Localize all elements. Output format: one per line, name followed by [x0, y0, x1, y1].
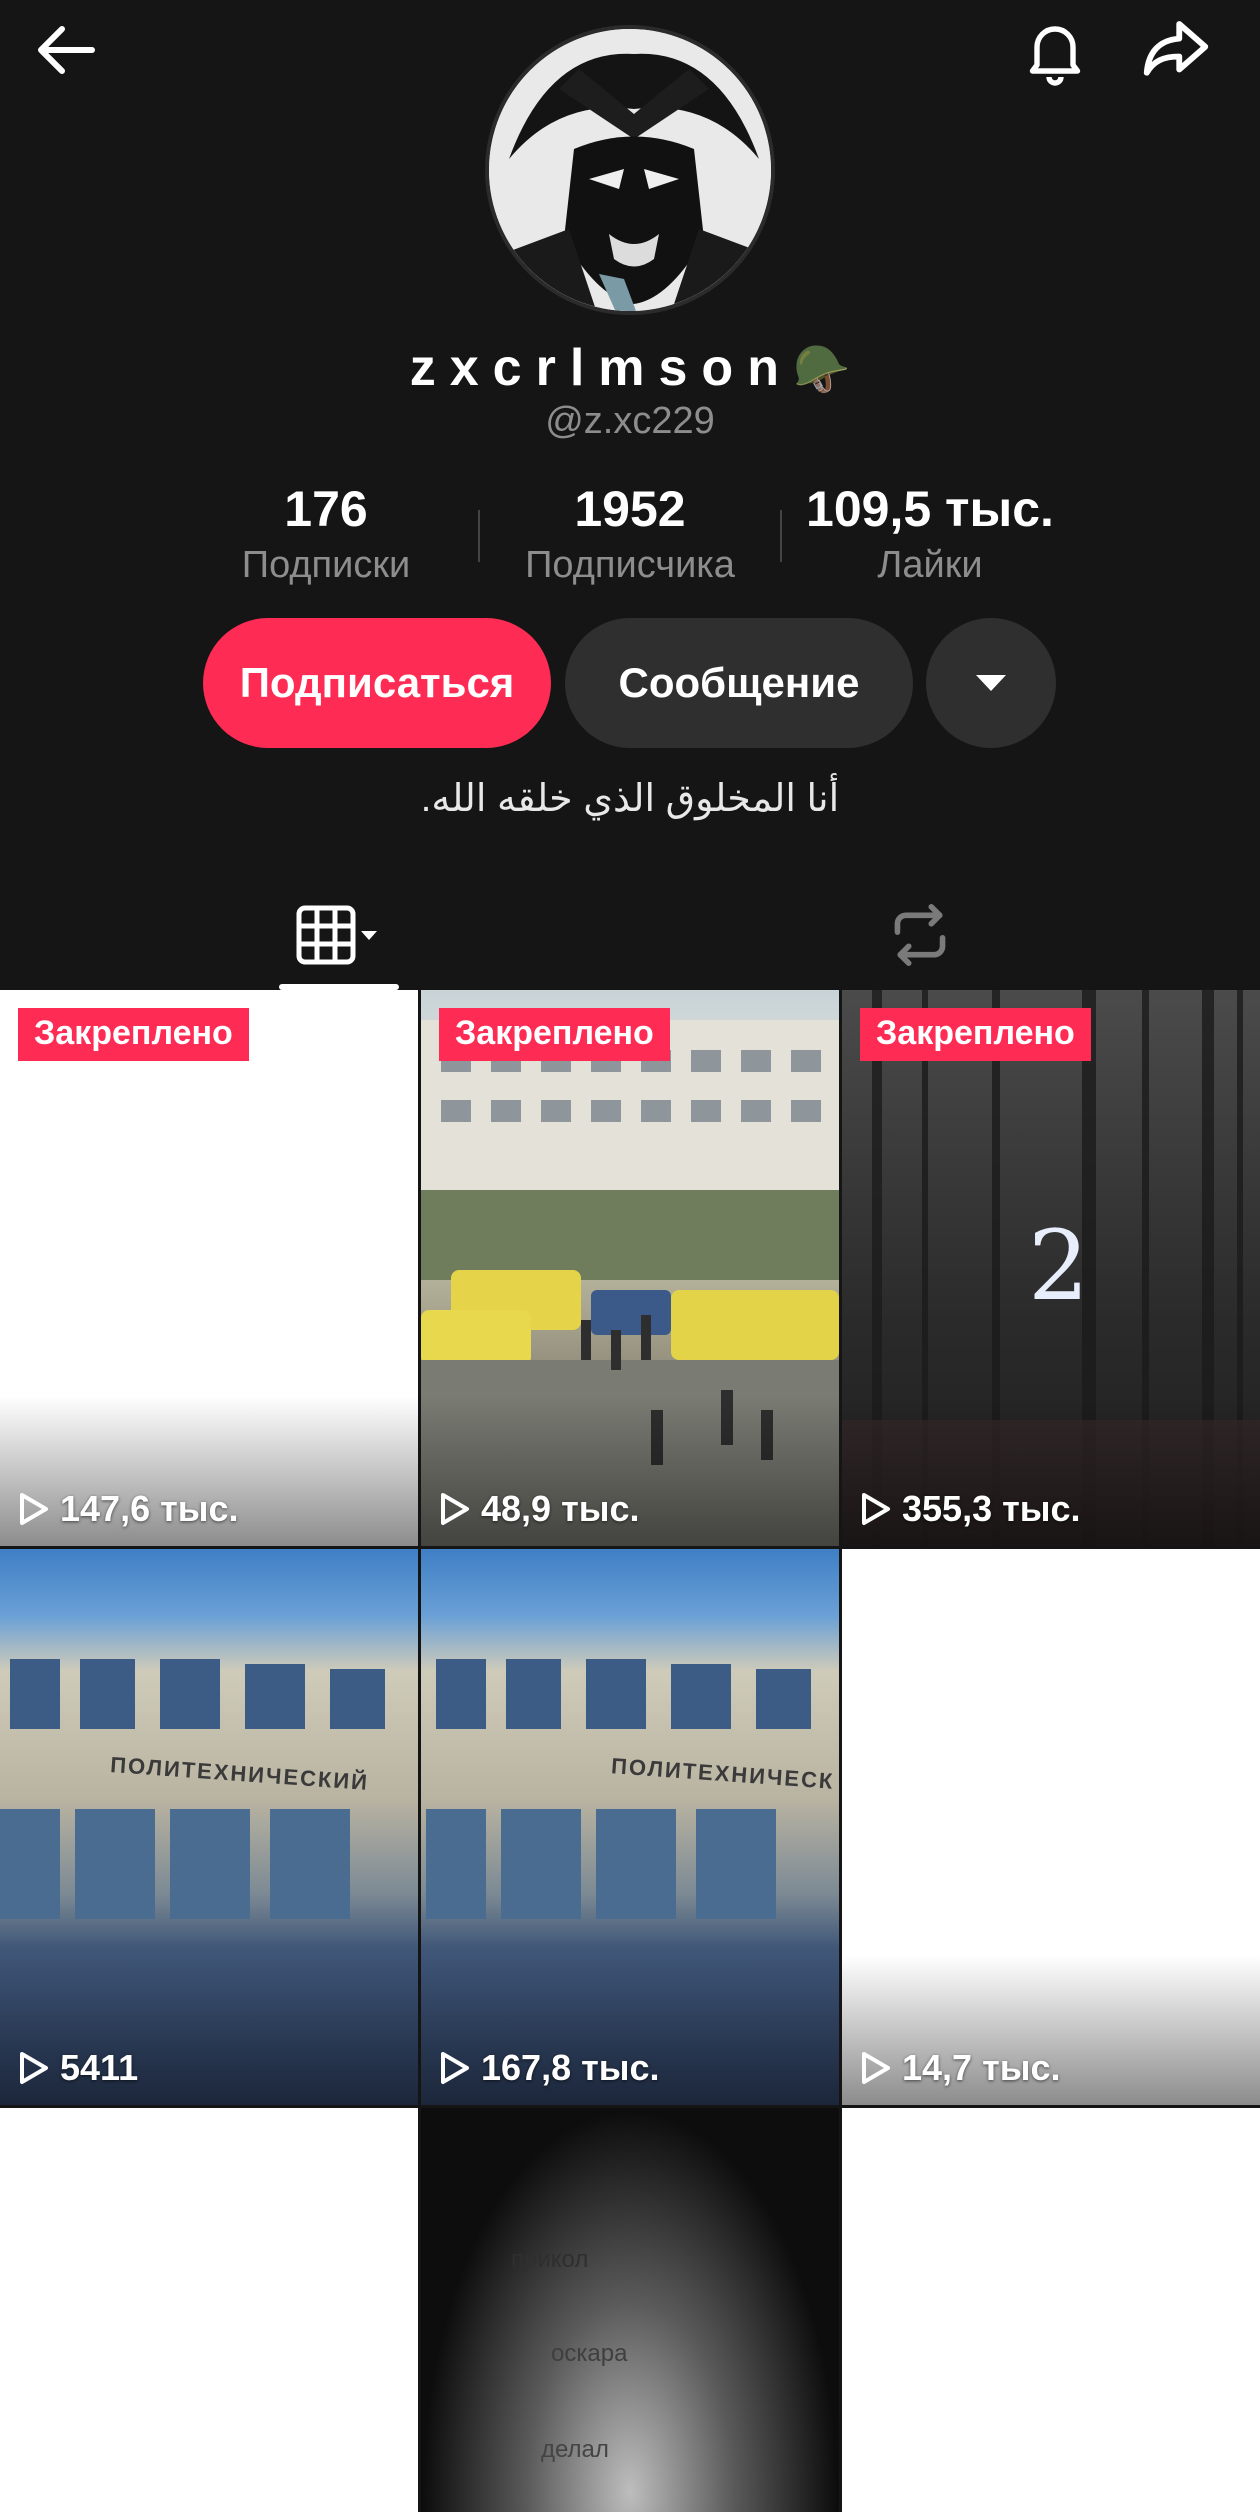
username-text: zxcrlmson	[409, 339, 793, 397]
play-icon	[441, 2052, 469, 2084]
grid-icon	[296, 905, 377, 965]
view-count: 167,8 тыс.	[439, 2047, 660, 2089]
view-count-text: 14,7 тыс.	[902, 2047, 1061, 2088]
avatar[interactable]	[485, 25, 775, 315]
stat-followers-label: Подписчика	[525, 544, 735, 586]
more-suggestions-button[interactable]	[926, 618, 1056, 748]
view-count-text: 167,8 тыс.	[481, 2047, 660, 2088]
stat-following-value: 176	[284, 481, 368, 537]
video-tile[interactable]: прикол оскара делал	[421, 2108, 839, 2512]
video-tile[interactable]	[0, 2108, 418, 2512]
view-count-text: 355,3 тыс.	[902, 1488, 1081, 1529]
view-count: 14,7 тыс.	[860, 2047, 1060, 2089]
caret-down-icon	[976, 675, 1006, 691]
view-count-text: 5411	[60, 2047, 139, 2088]
content-tabs	[0, 880, 1260, 990]
play-icon	[20, 1493, 48, 1525]
play-icon	[862, 2052, 890, 2084]
play-icon	[862, 1493, 890, 1525]
video-tile[interactable]: 14,7 тыс.	[842, 1549, 1260, 2105]
video-overlay-line: оскара	[551, 2340, 628, 2367]
repost-icon	[894, 904, 946, 966]
stat-followers[interactable]: 1952 Подписчика	[480, 480, 780, 587]
video-tile[interactable]: ПОЛИТЕХНИЧЕСКИЙ 5411	[0, 1549, 418, 2105]
helmet-emoji: 🪖	[792, 343, 851, 395]
video-tile[interactable]	[842, 2108, 1260, 2512]
view-count-text: 147,6 тыс.	[60, 1488, 239, 1529]
profile-handle: @z.xc229	[545, 400, 715, 442]
view-count: 147,6 тыс.	[18, 1488, 239, 1530]
share-arrow-icon	[1143, 21, 1209, 76]
profile-username: zxcrlmson🪖	[0, 338, 1260, 398]
video-tile[interactable]: Закреплено 48,9 тыс.	[421, 990, 839, 1546]
view-count: 355,3 тыс.	[860, 1488, 1081, 1530]
bell-icon	[1029, 26, 1081, 86]
tab-reposts[interactable]	[860, 880, 980, 990]
profile-stats: 176 Подписки 1952 Подписчика 109,5 тыс. …	[0, 480, 1260, 590]
view-count: 5411	[18, 2047, 138, 2089]
arrow-left-icon	[38, 26, 95, 74]
video-grid: Закреплено 147,6 тыс. Закреплено 48,9 ты…	[0, 990, 1260, 2512]
pinned-badge: Закреплено	[439, 1008, 670, 1061]
tab-videos[interactable]	[280, 880, 400, 990]
profile-bio: أنا المخلوق الذي خلقه الله.	[420, 778, 840, 820]
play-icon	[20, 2052, 48, 2084]
stat-following-label: Подписки	[241, 544, 411, 586]
video-tile[interactable]: ПОЛИТЕХНИЧЕСК 167,8 тыс.	[421, 1549, 839, 2105]
video-overlay-line: делал	[541, 2436, 609, 2463]
share-button[interactable]	[1128, 2, 1224, 98]
video-overlay-text: 2	[1028, 1210, 1090, 1322]
view-count: 48,9 тыс.	[439, 1488, 639, 1530]
stat-likes-value: 109,5 тыс.	[806, 481, 1054, 537]
message-button[interactable]: Сообщение	[565, 618, 913, 748]
stat-likes[interactable]: 109,5 тыс. Лайки	[780, 480, 1080, 587]
video-tile[interactable]: Закреплено 147,6 тыс.	[0, 990, 418, 1546]
notifications-button[interactable]	[1007, 2, 1103, 98]
view-count-text: 48,9 тыс.	[481, 1488, 640, 1529]
stat-following[interactable]: 176 Подписки	[176, 480, 476, 587]
video-tile[interactable]: 2 Закреплено 355,3 тыс.	[842, 990, 1260, 1546]
stat-followers-value: 1952	[574, 481, 686, 537]
video-overlay-line: прикол	[511, 2246, 589, 2273]
pinned-badge: Закреплено	[18, 1008, 249, 1061]
back-button[interactable]	[20, 2, 116, 98]
play-icon	[441, 1493, 469, 1525]
stat-likes-label: Лайки	[877, 544, 983, 586]
follow-button[interactable]: Подписаться	[203, 618, 551, 748]
pinned-badge: Закреплено	[860, 1008, 1091, 1061]
avatar-image	[489, 29, 771, 311]
